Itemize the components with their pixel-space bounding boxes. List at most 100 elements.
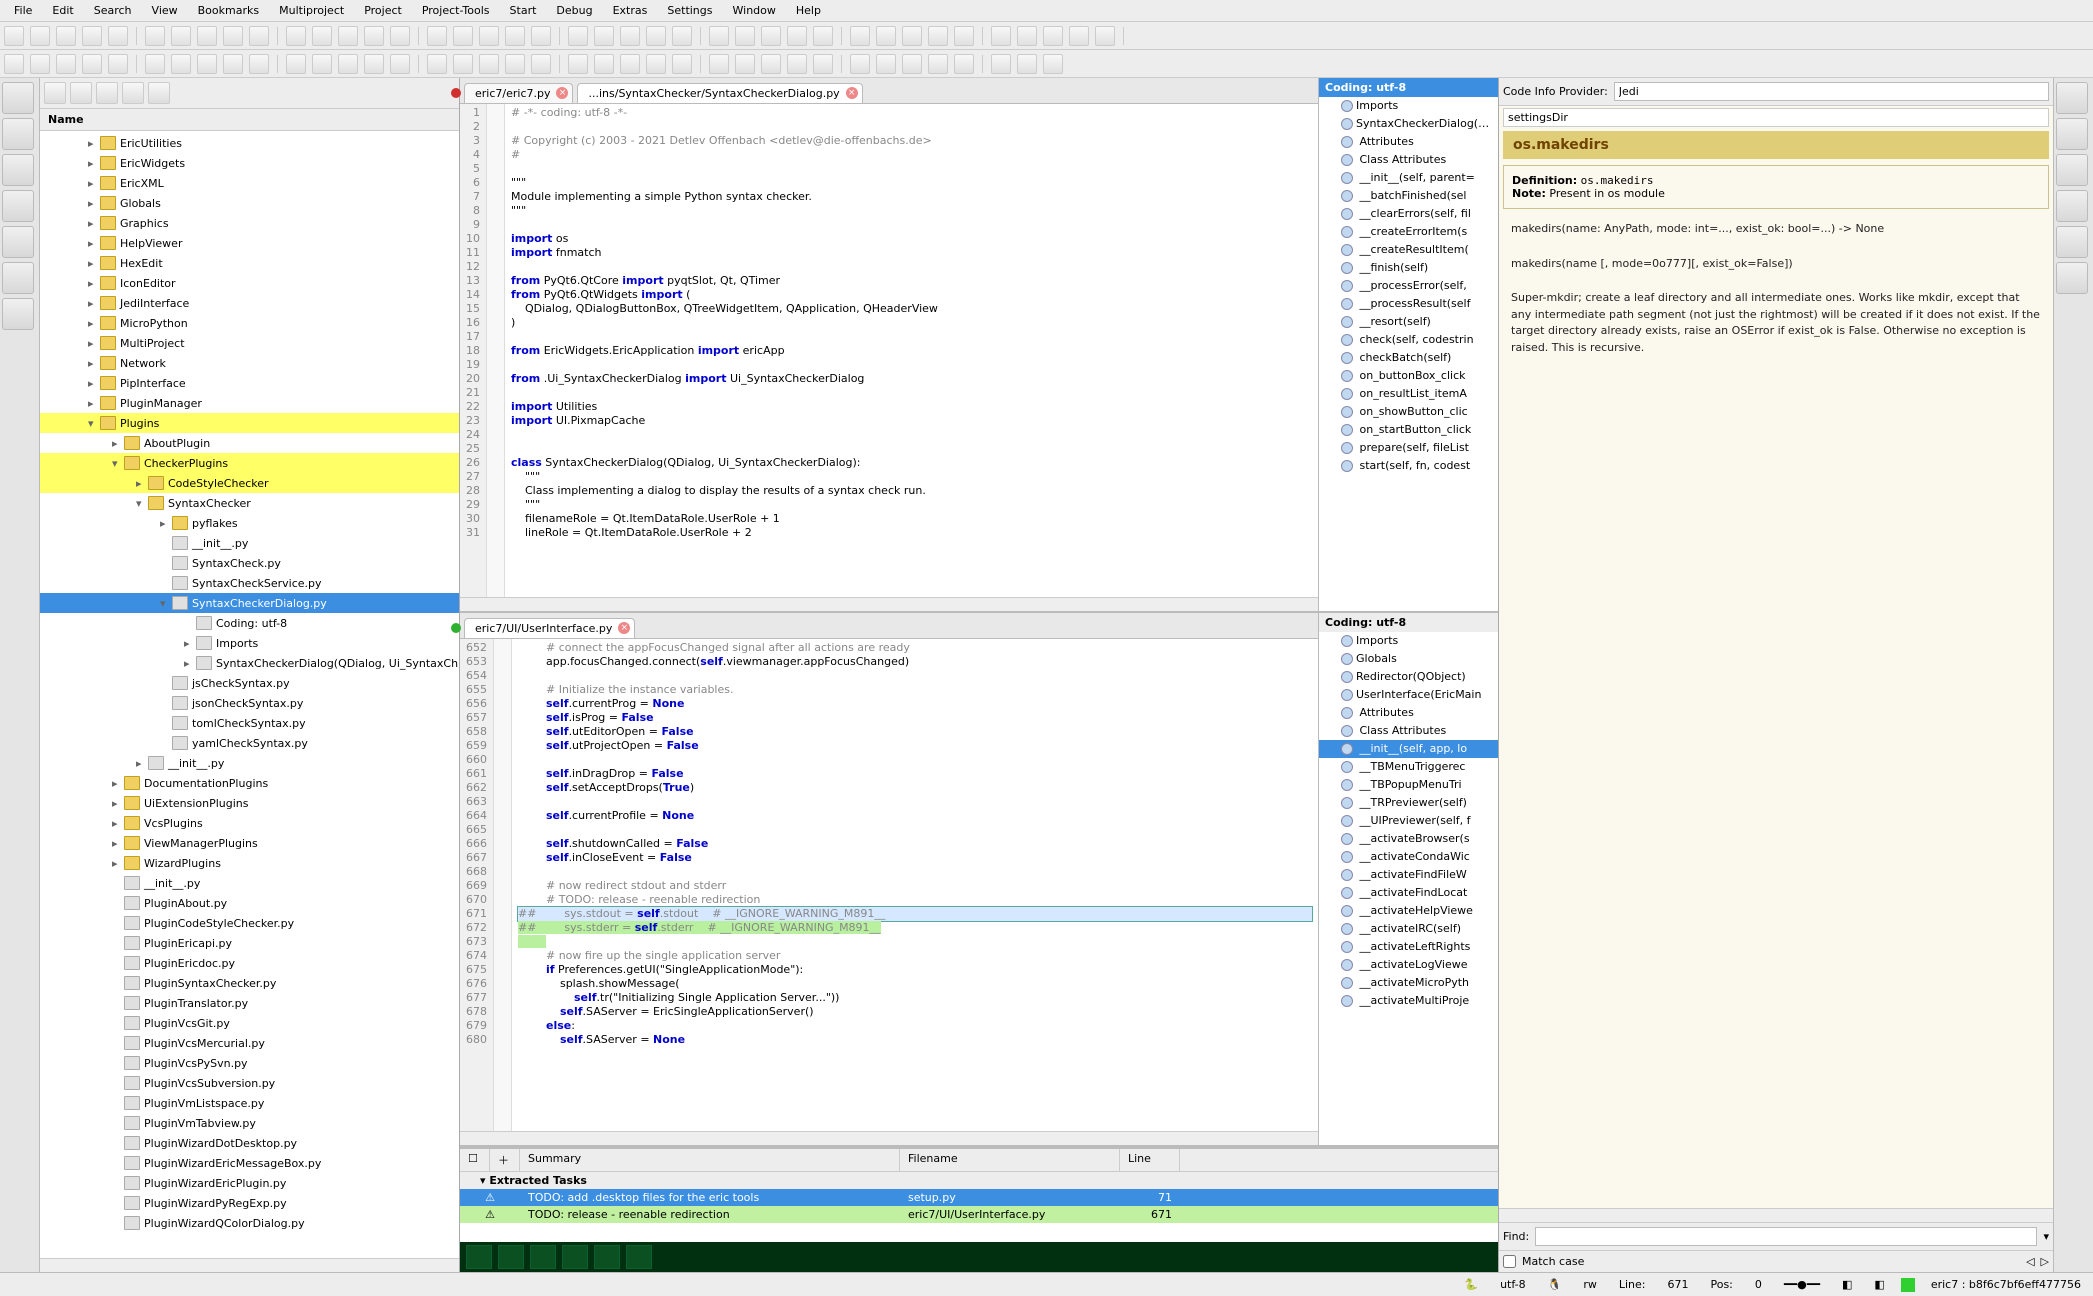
find-next-icon[interactable]: ▷ <box>2041 1255 2049 1268</box>
menu-file[interactable]: File <box>4 2 42 19</box>
outline-item[interactable]: __processError(self, <box>1319 277 1498 295</box>
outline-item[interactable]: __batchFinished(sel <box>1319 187 1498 205</box>
menu-debug[interactable]: Debug <box>546 2 602 19</box>
toolbar-button[interactable] <box>902 26 922 46</box>
code-editor-bottom[interactable]: 652 653 654 655 656 657 658 659 660 661 … <box>460 639 1318 1132</box>
strip-icon[interactable] <box>2056 154 2088 186</box>
outline-item[interactable]: __init__(self, parent= <box>1319 169 1498 187</box>
tree-item[interactable]: ▾CheckerPlugins <box>40 453 459 473</box>
tasks-col-summary[interactable]: Summary <box>520 1149 900 1171</box>
outline-item[interactable]: __activateFindLocat <box>1319 884 1498 902</box>
toolbar-button[interactable] <box>1017 26 1037 46</box>
info-search-input[interactable] <box>1503 108 2049 127</box>
toolbar-button[interactable] <box>4 26 24 46</box>
tree-item[interactable]: PluginWizardDotDesktop.py <box>40 1133 459 1153</box>
strip-icon[interactable] <box>2056 82 2088 114</box>
outline-item[interactable]: UserInterface(EricMain <box>1319 686 1498 704</box>
toolbar-button[interactable] <box>505 54 525 74</box>
find-prev-icon[interactable]: ◁ <box>2026 1255 2034 1268</box>
outline-item[interactable]: checkBatch(self) <box>1319 349 1498 367</box>
toolbar-button[interactable] <box>197 54 217 74</box>
strip-icon[interactable] <box>2056 118 2088 150</box>
tasks-col-line[interactable]: Line <box>1120 1149 1180 1171</box>
toolbar-button[interactable] <box>568 54 588 74</box>
outline-item[interactable]: Globals <box>1319 650 1498 668</box>
outline-item[interactable]: __processResult(self <box>1319 295 1498 313</box>
toolbar-button[interactable] <box>364 54 384 74</box>
tree-item[interactable]: ▸EricUtilities <box>40 133 459 153</box>
toolbar-button[interactable] <box>338 26 358 46</box>
log-icon[interactable] <box>530 1245 556 1269</box>
outline-item[interactable]: __init__(self, app, lo <box>1319 740 1498 758</box>
toolbar-button[interactable] <box>594 54 614 74</box>
tree-item[interactable]: PluginEricapi.py <box>40 933 459 953</box>
strip-icon[interactable] <box>2 82 34 114</box>
tree-item[interactable]: ▸HelpViewer <box>40 233 459 253</box>
tree-item[interactable]: ▸Globals <box>40 193 459 213</box>
tree-item[interactable]: ▸IconEditor <box>40 273 459 293</box>
tasks-col-add[interactable]: ＋ <box>490 1149 520 1171</box>
outline-item[interactable]: Imports <box>1319 632 1498 650</box>
outline-item[interactable]: __activateHelpViewe <box>1319 902 1498 920</box>
toolbar-button[interactable] <box>338 54 358 74</box>
toolbar-button[interactable] <box>108 54 128 74</box>
tree-item[interactable]: ▸Graphics <box>40 213 459 233</box>
tree-item[interactable]: PluginVcsGit.py <box>40 1013 459 1033</box>
outline-item[interactable]: Imports <box>1319 97 1498 115</box>
tree-item[interactable]: ▸pyflakes <box>40 513 459 533</box>
outline-item[interactable]: __TRPreviewer(self) <box>1319 794 1498 812</box>
toolbar-button[interactable] <box>56 54 76 74</box>
find-dropdown-icon[interactable]: ▾ <box>2043 1230 2049 1243</box>
outline-item[interactable]: __finish(self) <box>1319 259 1498 277</box>
tree-item[interactable]: jsCheckSyntax.py <box>40 673 459 693</box>
tree-item[interactable]: tomlCheckSyntax.py <box>40 713 459 733</box>
toolbar-button[interactable] <box>672 54 692 74</box>
tree-item[interactable]: ▸CodeStyleChecker <box>40 473 459 493</box>
strip-icon[interactable] <box>2 298 34 330</box>
tree-item[interactable]: ▸WizardPlugins <box>40 853 459 873</box>
project-tool-icon[interactable] <box>122 82 144 104</box>
menu-start[interactable]: Start <box>500 2 547 19</box>
menu-extras[interactable]: Extras <box>603 2 658 19</box>
toolbar-button[interactable] <box>56 26 76 46</box>
strip-icon[interactable] <box>2056 262 2088 294</box>
tree-item[interactable]: PluginVmListspace.py <box>40 1093 459 1113</box>
menu-view[interactable]: View <box>142 2 188 19</box>
tree-item[interactable]: ▾Plugins <box>40 413 459 433</box>
find-input[interactable] <box>1535 1227 2037 1246</box>
toolbar-button[interactable] <box>735 26 755 46</box>
fold-gutter[interactable] <box>494 639 512 1132</box>
translate-icon[interactable] <box>626 1245 652 1269</box>
outline-item[interactable]: __resort(self) <box>1319 313 1498 331</box>
toolbar-button[interactable] <box>249 54 269 74</box>
toolbar-button[interactable] <box>902 54 922 74</box>
strip-icon[interactable] <box>2 154 34 186</box>
scrollbar[interactable] <box>460 597 1318 611</box>
toolbar-button[interactable] <box>787 54 807 74</box>
toolbar-button[interactable] <box>672 26 692 46</box>
outline-item[interactable]: Class Attributes <box>1319 722 1498 740</box>
toolbar-button[interactable] <box>1095 26 1115 46</box>
outline-item[interactable]: __activateCondaWic <box>1319 848 1498 866</box>
outline-item[interactable]: __createErrorItem(s <box>1319 223 1498 241</box>
close-icon[interactable]: × <box>618 622 630 634</box>
toolbar-button[interactable] <box>453 26 473 46</box>
task-row[interactable]: ⚠TODO: release - reenable redirectioneri… <box>460 1206 1498 1223</box>
tasks-col-icon[interactable]: ☐ <box>460 1149 490 1171</box>
tree-item[interactable]: jsonCheckSyntax.py <box>40 693 459 713</box>
tree-item[interactable]: SyntaxCheck.py <box>40 553 459 573</box>
outline-item[interactable]: on_buttonBox_click <box>1319 367 1498 385</box>
toolbar-button[interactable] <box>364 26 384 46</box>
outline-item[interactable]: prepare(self, fileList <box>1319 439 1498 457</box>
toolbar-button[interactable] <box>30 26 50 46</box>
tree-item[interactable]: ▸AboutPlugin <box>40 433 459 453</box>
toolbar-button[interactable] <box>197 26 217 46</box>
outline-item[interactable]: __activateMultiProje <box>1319 992 1498 1010</box>
tree-item[interactable]: ▸EricXML <box>40 173 459 193</box>
outline-item[interactable]: __clearErrors(self, fil <box>1319 205 1498 223</box>
tree-item[interactable]: ▸Network <box>40 353 459 373</box>
toolbar-button[interactable] <box>620 26 640 46</box>
strip-icon[interactable] <box>2056 226 2088 258</box>
toolbar-button[interactable] <box>171 26 191 46</box>
toolbar-button[interactable] <box>646 26 666 46</box>
